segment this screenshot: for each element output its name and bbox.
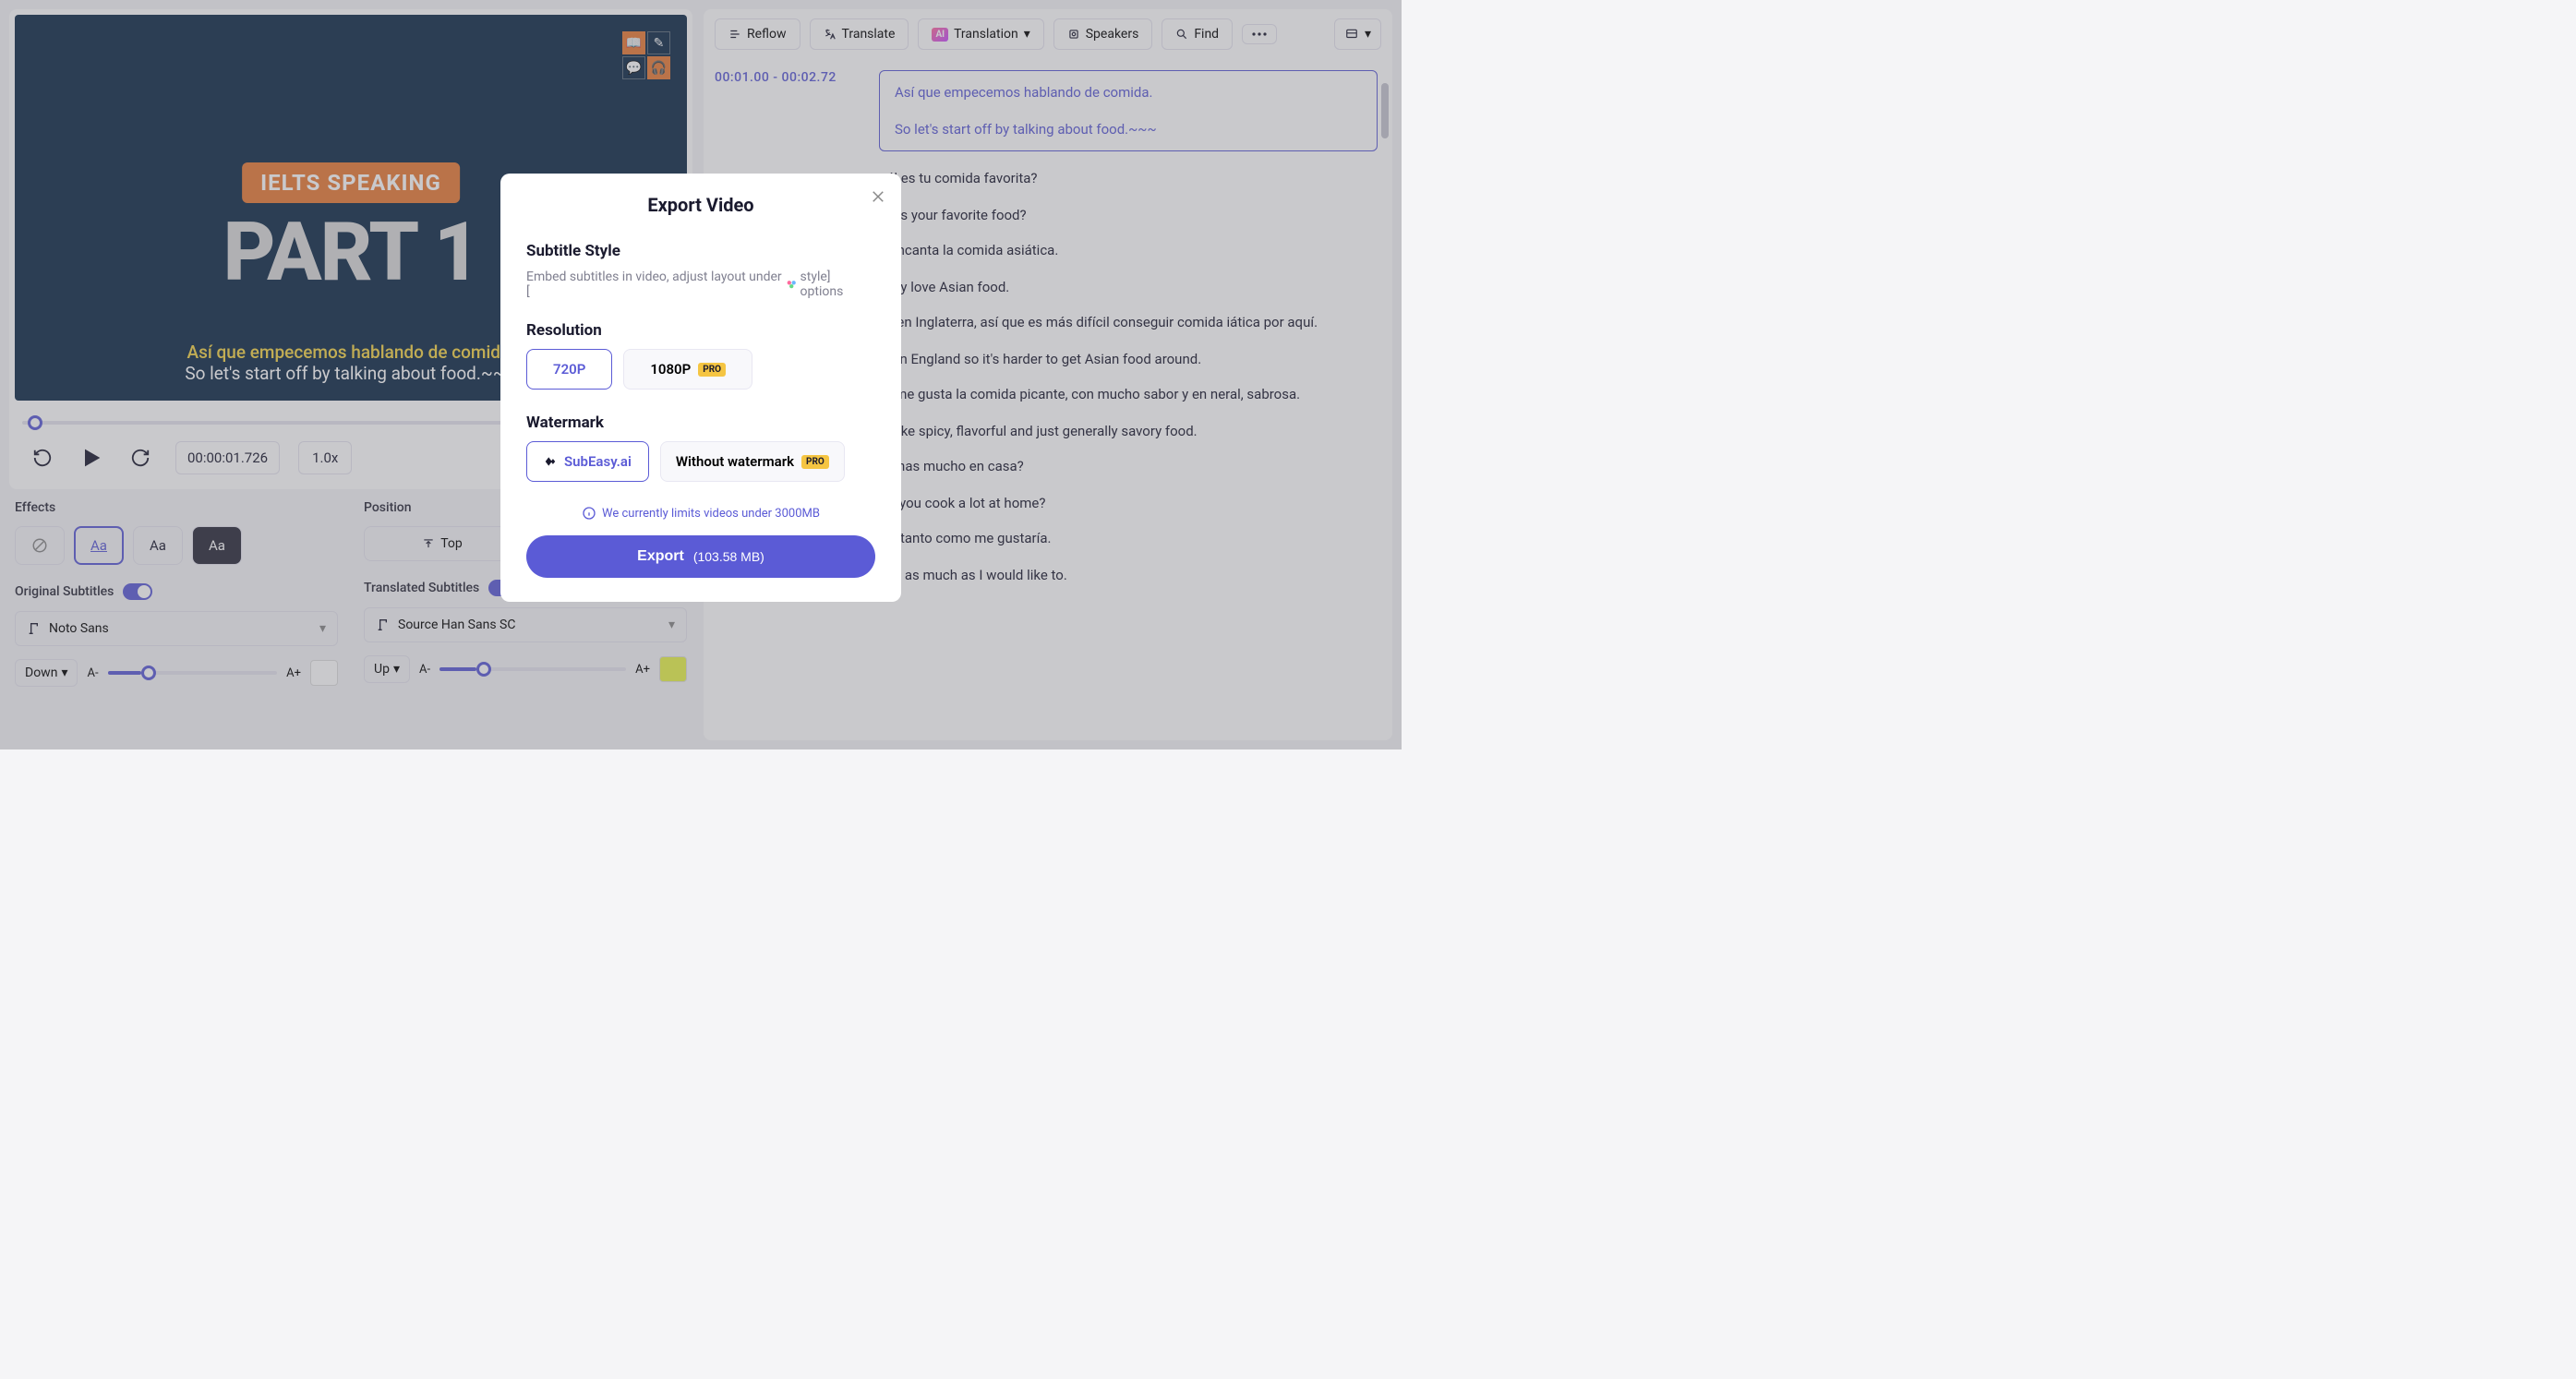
style-icon	[785, 278, 799, 292]
watermark-label: Watermark	[526, 414, 875, 432]
pro-badge: PRO	[698, 363, 726, 377]
resolution-1080p[interactable]: 1080P PRO	[623, 349, 752, 390]
resolution-label: Resolution	[526, 321, 875, 340]
watermark-brand[interactable]: SubEasy.ai	[526, 441, 649, 482]
subtitle-style-label: Subtitle Style	[526, 242, 875, 260]
export-button[interactable]: Export (103.58 MB)	[526, 535, 875, 578]
watermark-none[interactable]: Without watermark PRO	[660, 441, 845, 482]
modal-title: Export Video	[526, 194, 875, 216]
subtitle-style-desc: Embed subtitles in video, adjust layout …	[526, 270, 875, 299]
close-icon[interactable]	[870, 188, 886, 205]
info-message: We currently limits videos under 3000MB	[526, 506, 875, 521]
resolution-720p[interactable]: 720P	[526, 349, 612, 390]
modal-overlay: Export Video Subtitle Style Embed subtit…	[0, 0, 1402, 749]
export-modal: Export Video Subtitle Style Embed subtit…	[500, 174, 901, 602]
pro-badge: PRO	[801, 455, 829, 469]
